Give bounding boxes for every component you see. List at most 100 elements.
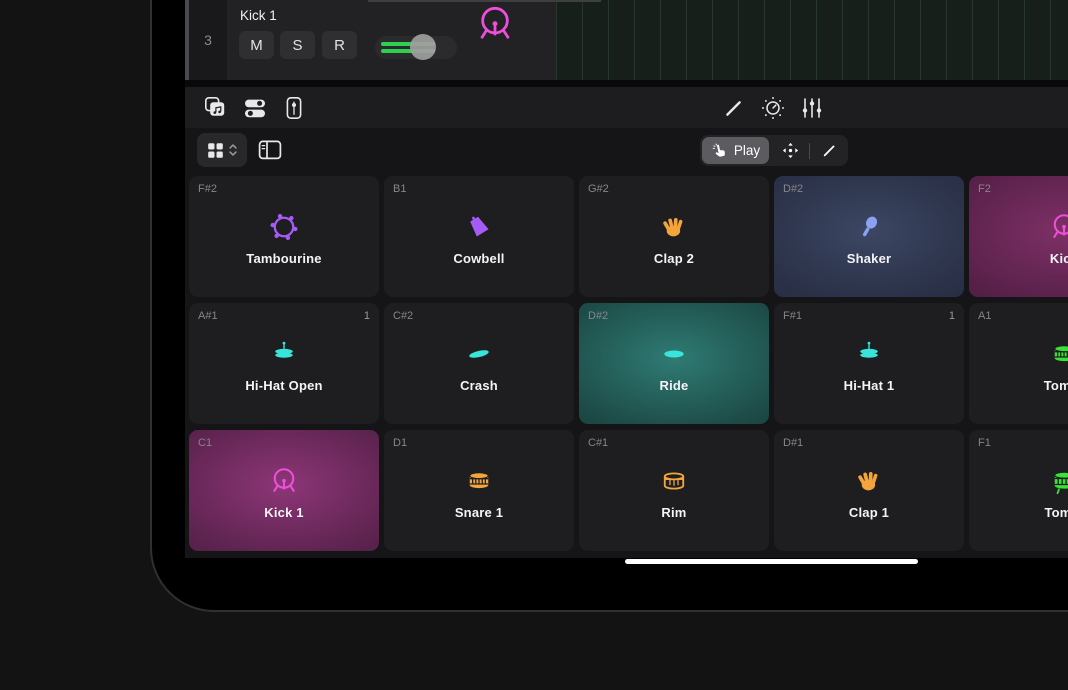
pad-note-label: F#2 [198, 183, 217, 195]
tambourine-icon [269, 212, 299, 242]
volume-slider[interactable] [375, 36, 457, 59]
pad-note-label: C#2 [393, 310, 413, 322]
mode-move-button[interactable] [771, 135, 809, 166]
pencil-button[interactable] [721, 95, 747, 121]
pad-name-label: Rim [661, 505, 686, 520]
ride-icon [659, 339, 689, 369]
app-screen: 3 Kick 1 M S R [185, 0, 1068, 558]
pad-name-label: Clap 1 [849, 505, 889, 520]
crash-icon [464, 339, 494, 369]
mode-play-button[interactable]: Play [702, 137, 769, 164]
pad-count-badge: 1 [949, 310, 955, 322]
pad-note-label: F1 [978, 437, 991, 449]
pad-name-label: Kick [1050, 251, 1068, 266]
pad-kick[interactable]: F2 Kick [969, 176, 1068, 297]
solo-button[interactable]: S [280, 31, 315, 59]
tom-floor-icon [1049, 466, 1068, 496]
pad-clap-1[interactable]: D#1 Clap 1 [774, 430, 964, 551]
mute-button[interactable]: M [239, 31, 274, 59]
smart-controls-icon [281, 95, 307, 121]
shaker-icon [854, 212, 884, 242]
kick-icon [1049, 212, 1068, 242]
cowbell-icon [464, 212, 494, 242]
pad-snare-1[interactable]: D1 Snare 1 [384, 430, 574, 551]
mixer-button[interactable] [799, 95, 825, 121]
record-button[interactable]: R [322, 31, 357, 59]
section-divider [185, 80, 1068, 87]
rim-icon [659, 466, 689, 496]
track-name: Kick 1 [240, 8, 277, 23]
pad-name-label: Tom H [1044, 378, 1068, 393]
cells-view-icon [203, 95, 229, 121]
pad-name-label: Ride [660, 378, 689, 393]
pad-name-label: Cowbell [453, 251, 504, 266]
hihat-icon [854, 339, 884, 369]
sidebar-icon [257, 151, 283, 166]
pad-name-label: Snare 1 [455, 505, 503, 520]
pad-name-label: Crash [460, 378, 498, 393]
pencil-icon [721, 95, 747, 121]
pad-note-label: C1 [198, 437, 212, 449]
pad-note-label: D#2 [783, 183, 803, 195]
pencil-icon [820, 141, 839, 160]
volume-knob[interactable] [410, 34, 436, 60]
cells-view-button[interactable] [203, 95, 229, 121]
hihat-icon [269, 339, 299, 369]
pad-cowbell[interactable]: B1 Cowbell [384, 176, 574, 297]
pad-ride[interactable]: D#2 Ride [579, 303, 769, 424]
pad-note-label: D#2 [588, 310, 608, 322]
pad-name-label: Clap 2 [654, 251, 694, 266]
pad-name-label: Hi-Hat Open [245, 378, 322, 393]
pad-note-label: G#2 [588, 183, 609, 195]
pad-count-badge: 1 [364, 310, 370, 322]
pad-name-label: Kick 1 [264, 505, 304, 520]
move-icon [781, 141, 800, 160]
pad-note-label: A1 [978, 310, 991, 322]
pad-note-label: D1 [393, 437, 407, 449]
pad-tambourine[interactable]: F#2 Tambourine [189, 176, 379, 297]
horizontal-scroll-indicator[interactable] [625, 559, 918, 564]
tom-icon [1049, 339, 1068, 369]
tap-hand-icon [711, 142, 728, 159]
pad-rim[interactable]: C#1 Rim [579, 430, 769, 551]
pad-name-label: Shaker [847, 251, 892, 266]
pad-tom-h[interactable]: A1 Tom H [969, 303, 1068, 424]
track-number: 3 [189, 0, 227, 80]
mode-segmented-control: Play [700, 135, 848, 166]
chevron-up-down-icon [228, 140, 238, 160]
pad-hi-hat-1[interactable]: F#1 1 Hi-Hat 1 [774, 303, 964, 424]
pad-note-label: B1 [393, 183, 406, 195]
kick-drum-icon [475, 4, 515, 44]
smart-controls-button[interactable] [281, 95, 307, 121]
play-mode-label: Play [734, 143, 760, 158]
pad-note-label: A#1 [198, 310, 218, 322]
pad-name-label: Tom L [1044, 505, 1068, 520]
pad-name-label: Tambourine [246, 251, 321, 266]
kick-icon [269, 466, 299, 496]
pad-kick-1[interactable]: C1 Kick 1 [189, 430, 379, 551]
clap-icon [854, 466, 884, 496]
sidebar-toggle-button[interactable] [257, 137, 283, 163]
count-in-button[interactable] [760, 95, 786, 121]
pad-tom-l[interactable]: F1 Tom L [969, 430, 1068, 551]
track-header[interactable]: Kick 1 M S R [227, 0, 556, 80]
snare-icon [464, 466, 494, 496]
grid-4-icon [206, 141, 225, 160]
pad-name-label: Hi-Hat 1 [844, 378, 895, 393]
track-toggles-button[interactable] [242, 95, 268, 121]
pad-note-label: D#1 [783, 437, 803, 449]
screenshot-stage: 3 Kick 1 M S R [0, 0, 1068, 690]
mode-edit-button[interactable] [810, 135, 848, 166]
pads-toolbar: Play [185, 128, 1068, 172]
mixer-icon [799, 95, 825, 121]
pad-note-label: F#1 [783, 310, 802, 322]
pad-note-label: C#1 [588, 437, 608, 449]
timeline-grid[interactable] [556, 0, 1068, 80]
pad-shaker[interactable]: D#2 Shaker [774, 176, 964, 297]
pad-clap-2[interactable]: G#2 Clap 2 [579, 176, 769, 297]
track-separator [368, 0, 601, 2]
pad-hi-hat-open[interactable]: A#1 1 Hi-Hat Open [189, 303, 379, 424]
main-toolbar [185, 87, 1068, 128]
pad-crash[interactable]: C#2 Crash [384, 303, 574, 424]
pad-layout-picker[interactable] [197, 133, 247, 167]
